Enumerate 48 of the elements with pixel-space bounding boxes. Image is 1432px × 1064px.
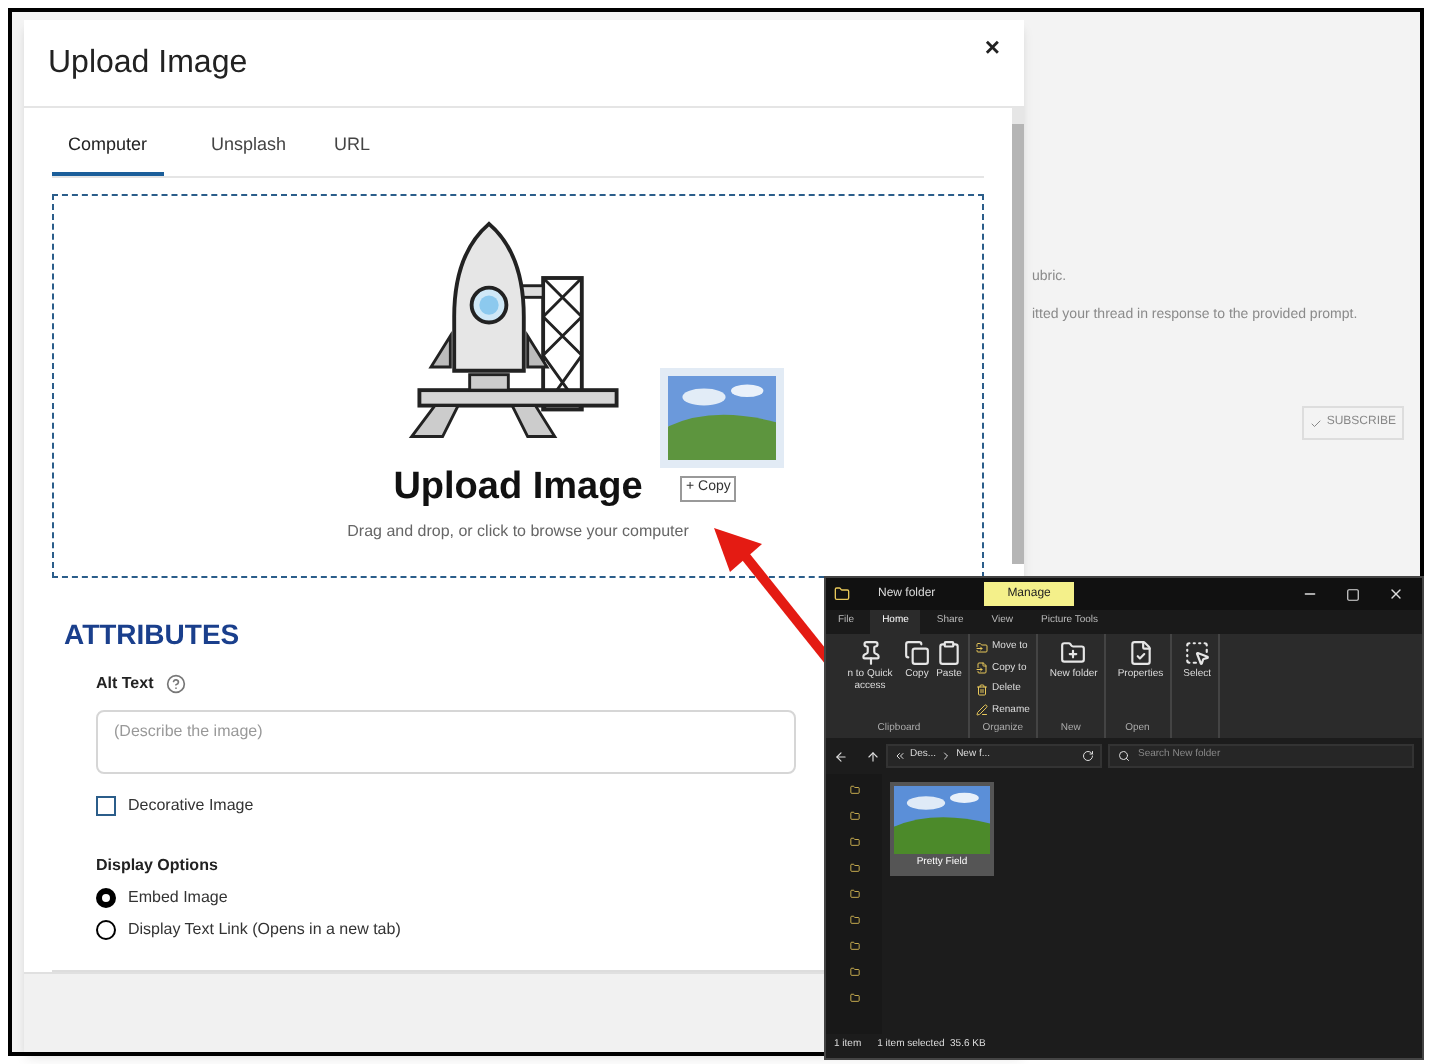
up-icon[interactable] — [866, 749, 880, 763]
radio-label: Display Text Link (Opens in a new tab) — [128, 918, 401, 942]
decorative-checkbox[interactable] — [96, 796, 116, 816]
dialog-title: Upload Image — [48, 43, 248, 83]
folder-icon[interactable] — [849, 808, 859, 824]
alt-text-field[interactable]: (Describe the image) — [96, 710, 796, 774]
radio-button[interactable] — [96, 920, 116, 940]
folder-icon[interactable] — [849, 964, 859, 980]
decorative-label: Decorative Image — [128, 794, 254, 818]
clipboard-icon — [936, 640, 962, 666]
close-button[interactable]: × — [984, 28, 1000, 67]
folder-icon[interactable] — [849, 886, 859, 902]
folder-icon[interactable] — [849, 782, 859, 798]
attributes-heading: ATTRIBUTES — [64, 616, 240, 655]
file-copy-icon — [976, 662, 988, 675]
folder-icon — [834, 586, 850, 602]
help-icon[interactable] — [165, 674, 186, 695]
dialog-tab[interactable]: Computer — [52, 132, 164, 175]
trash-icon — [976, 683, 988, 696]
dropzone-hint: Drag and drop, or click to browse your computer — [347, 520, 689, 544]
radio-button[interactable] — [96, 888, 116, 908]
folder-icon[interactable] — [849, 938, 859, 954]
select-icon — [1184, 640, 1211, 666]
copy-icon — [904, 640, 930, 666]
rename-icon — [976, 704, 988, 717]
dropzone-heading: Upload Image — [393, 463, 643, 511]
folder-icon[interactable] — [849, 834, 859, 850]
folder-icon — [1060, 640, 1087, 666]
pin-icon — [857, 640, 883, 666]
search-icon — [1118, 750, 1130, 762]
dialog-tab[interactable]: Unsplash — [211, 132, 287, 175]
alt-text-label: Alt Text — [96, 672, 154, 697]
close-icon[interactable] — [1388, 586, 1404, 602]
check-icon — [1310, 417, 1323, 429]
image-thumbnail — [894, 786, 990, 854]
folder-move-icon — [976, 641, 988, 654]
document-check-icon — [1127, 640, 1154, 666]
folder-icon[interactable] — [849, 990, 859, 1006]
refresh-icon[interactable] — [1082, 750, 1094, 762]
display-options-label: Display Options — [96, 854, 218, 878]
chevron-icon — [894, 750, 906, 762]
radio-label: Embed Image — [128, 886, 228, 910]
dialog-tab[interactable]: URL — [334, 132, 371, 175]
maximize-icon[interactable] — [1346, 587, 1360, 601]
folder-icon[interactable] — [849, 860, 859, 876]
back-icon[interactable] — [834, 749, 848, 763]
chevron-icon — [940, 750, 953, 762]
folder-icon[interactable] — [849, 912, 859, 928]
